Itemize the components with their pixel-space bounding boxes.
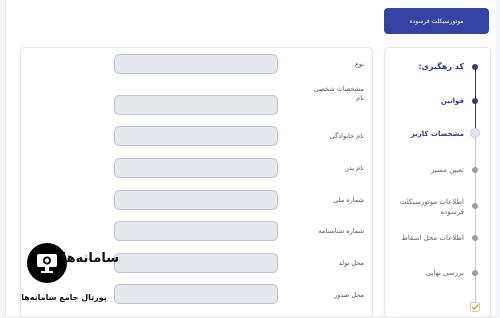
first-name-input[interactable] [114,95,278,115]
field-label-national-id: شماره ملی [333,196,364,204]
birth-place-input[interactable] [114,253,278,273]
logo-subtitle: پورتال جامع سامانه‌ها [21,293,107,302]
national-id-input[interactable] [114,190,278,210]
step-rules[interactable]: قوانین [394,96,464,106]
field-label-id-number: شماره شناسنامه [318,227,364,235]
step-dot-final-review [472,270,478,276]
step-final-review[interactable]: بررسی نهایی [394,268,464,278]
step-dot-scrap-location [472,235,478,241]
logo-title: سامانه‌ها [61,251,119,266]
field-label-first-name: مشخصات شخصی نام [314,85,364,102]
step-dot-route [472,167,478,173]
step-motorcycle-info[interactable]: اطلاعات موتورسیکلت فرسوده [394,197,464,217]
step-scrap-location[interactable]: اطلاعات محل اسقاط [394,233,464,243]
father-name-input[interactable] [114,158,278,178]
field-label-last-name: نام خانوادگی [329,132,364,140]
last-name-input[interactable] [114,126,278,146]
step-dot-tracking-code [472,64,478,70]
issue-place-input[interactable] [114,284,278,304]
field-label-birth-place: محل تولد [338,259,364,267]
type-input[interactable] [114,54,278,74]
check-icon [470,302,480,312]
service-badge: موتورسیکلت فرسوده [384,8,489,34]
step-dot-rules [472,98,478,104]
step-tracking-code[interactable]: کد رهگیری: [394,62,464,72]
watermark-logo: سامانه‌ها پورتال جامع سامانه‌ها [7,243,119,309]
steps-track-progress [475,66,476,128]
field-label-type: نوع [354,60,364,68]
step-route[interactable]: تعیین مسیر [394,165,464,175]
step-dot-motorcycle-info [472,203,478,209]
step-user-info[interactable]: مشخصات کاربر [394,129,464,139]
id-number-input[interactable] [114,221,278,241]
step-dot-user-info [470,128,480,138]
field-label-issue-place: محل صدور [334,291,364,299]
field-label-father-name: نام پدر [345,164,364,172]
